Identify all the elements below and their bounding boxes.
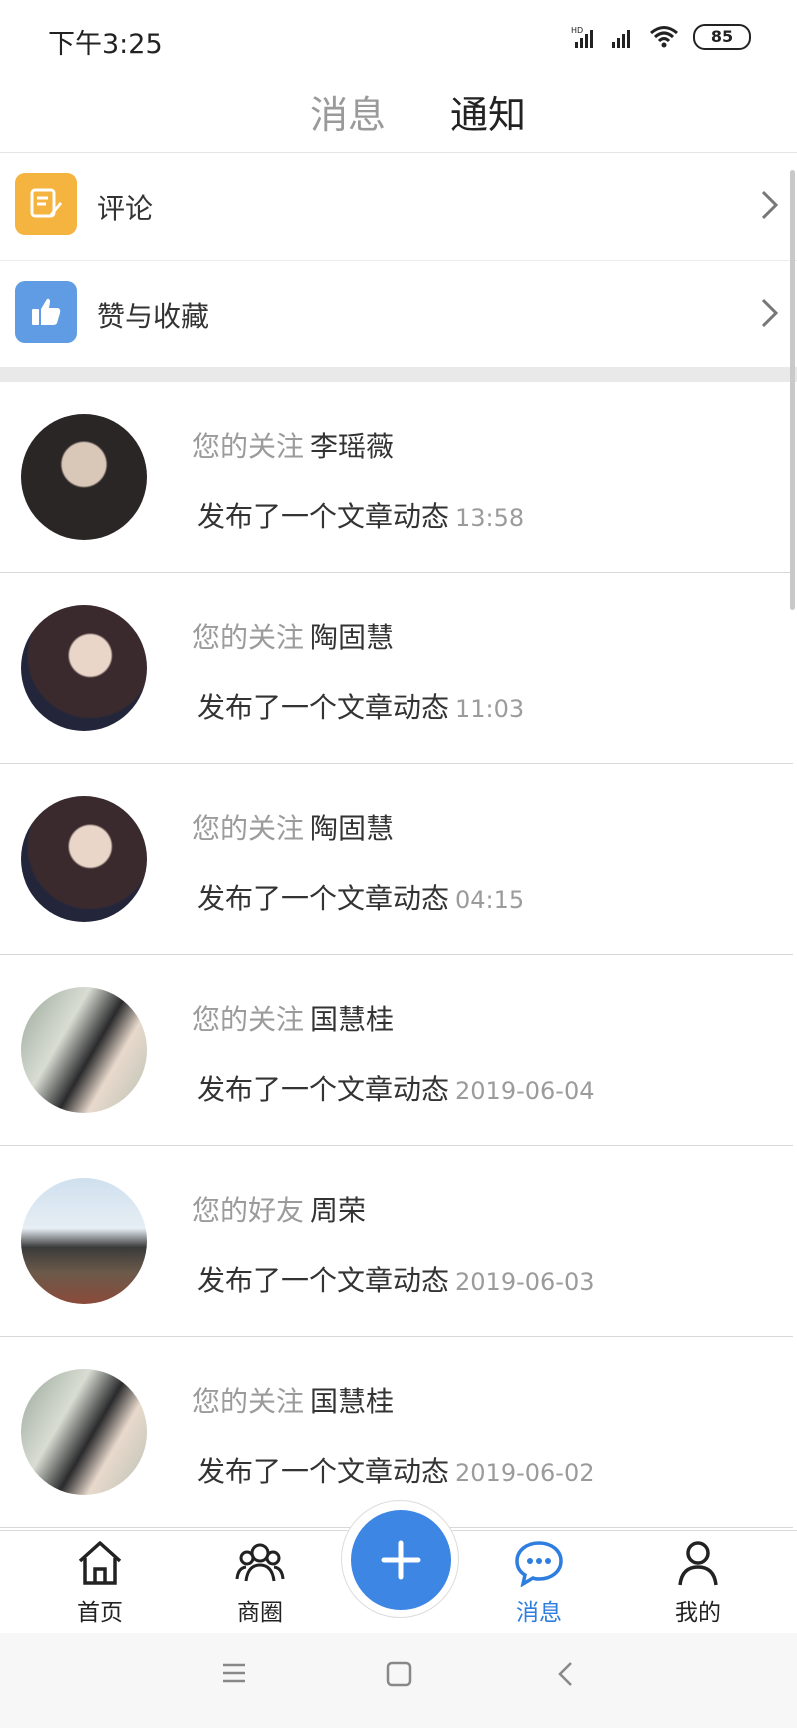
- nav-business-circle[interactable]: 商圈: [205, 1539, 315, 1627]
- feed-action-line: 发布了一个文章动态 2019-06-02: [197, 1450, 595, 1490]
- feed-item[interactable]: 您的关注 李瑶薇 发布了一个文章动态 13:58: [0, 382, 793, 573]
- timestamp: 2019-06-02: [455, 1459, 595, 1487]
- nav-me[interactable]: 我的: [643, 1539, 753, 1627]
- signal-icon: [612, 30, 630, 48]
- status-icons: HD 85: [571, 24, 751, 50]
- nav-messages-label: 消息: [516, 1600, 562, 1626]
- feed-action-line: 发布了一个文章动态 2019-06-03: [197, 1259, 595, 1299]
- timestamp: 2019-06-03: [455, 1268, 595, 1296]
- feed-item[interactable]: 您的关注 陶固慧 发布了一个文章动态 04:15: [0, 764, 793, 955]
- thumbs-up-icon: [15, 281, 77, 343]
- notification-feed: 您的关注 李瑶薇 发布了一个文章动态 13:58 您的关注 陶固慧 发布了一个文章动态…: [0, 382, 797, 1530]
- add-post-button[interactable]: [351, 1510, 451, 1610]
- nav-messages[interactable]: 消息: [484, 1539, 594, 1627]
- feed-item[interactable]: 您的好友 周荣 发布了一个文章动态 2019-06-03: [0, 1146, 793, 1337]
- nav-home-label: 首页: [77, 1600, 123, 1626]
- feed-action-line: 发布了一个文章动态 04:15: [197, 877, 524, 917]
- battery-indicator: 85: [693, 24, 751, 50]
- feed-action-line: 发布了一个文章动态 2019-06-04: [197, 1068, 595, 1108]
- user-name[interactable]: 国慧桂: [310, 1003, 394, 1036]
- home-square-icon[interactable]: [386, 1661, 412, 1687]
- wifi-icon: [650, 26, 678, 48]
- menu-label-likes-favorites: 赞与收藏: [97, 300, 210, 333]
- feed-source-line: 您的关注 国慧桂: [192, 1380, 394, 1420]
- avatar[interactable]: [21, 1178, 147, 1304]
- user-name[interactable]: 周荣: [310, 1194, 366, 1227]
- home-icon: [78, 1541, 122, 1585]
- action-text: 发布了一个文章动态: [197, 1264, 450, 1297]
- action-text: 发布了一个文章动态: [197, 691, 450, 724]
- action-text: 发布了一个文章动态: [197, 1455, 450, 1488]
- person-icon: [678, 1541, 718, 1586]
- relation-label: 您的好友: [192, 1194, 305, 1227]
- back-icon[interactable]: [556, 1661, 576, 1687]
- nav-business-circle-label: 商圈: [237, 1600, 283, 1626]
- timestamp: 13:58: [455, 504, 525, 532]
- relation-label: 您的关注: [192, 1003, 305, 1036]
- feed-action-line: 发布了一个文章动态 11:03: [197, 686, 524, 726]
- avatar[interactable]: [21, 987, 147, 1113]
- avatar[interactable]: [21, 414, 147, 540]
- tab-notices[interactable]: 通知: [450, 84, 526, 139]
- tab-messages[interactable]: 消息: [310, 84, 386, 139]
- feed-source-line: 您的关注 陶固慧: [192, 807, 394, 847]
- action-text: 发布了一个文章动态: [197, 1073, 450, 1106]
- action-text: 发布了一个文章动态: [197, 500, 450, 533]
- action-text: 发布了一个文章动态: [197, 882, 450, 915]
- status-bar: 下午3:25 HD 85: [0, 0, 797, 78]
- nav-me-label: 我的: [675, 1600, 721, 1626]
- top-tab-bar: 消息 通知: [0, 78, 797, 153]
- menu-icon[interactable]: [221, 1661, 247, 1685]
- feed-source-line: 您的好友 周荣: [192, 1189, 366, 1229]
- feed-action-line: 发布了一个文章动态 13:58: [197, 495, 524, 535]
- chat-bubble-icon: [515, 1541, 563, 1588]
- user-name[interactable]: 李瑶薇: [310, 430, 394, 463]
- feed-source-line: 您的关注 陶固慧: [192, 616, 394, 656]
- group-icon: [235, 1543, 285, 1582]
- status-time: 下午3:25: [48, 29, 163, 60]
- relation-label: 您的关注: [192, 430, 305, 463]
- menu-item-comments[interactable]: 评论: [0, 153, 797, 261]
- relation-label: 您的关注: [192, 621, 305, 654]
- user-name[interactable]: 陶固慧: [310, 812, 394, 845]
- menu-label-comments: 评论: [97, 192, 154, 225]
- hd-signal-icon: HD: [571, 26, 593, 48]
- plus-icon: [381, 1540, 421, 1580]
- menu-item-likes-favorites[interactable]: 赞与收藏: [0, 261, 797, 368]
- avatar[interactable]: [21, 796, 147, 922]
- nav-home[interactable]: 首页: [45, 1539, 155, 1627]
- timestamp: 11:03: [455, 695, 525, 723]
- feed-item[interactable]: 您的关注 陶固慧 发布了一个文章动态 11:03: [0, 573, 793, 764]
- feed-item[interactable]: 您的关注 国慧桂 发布了一个文章动态 2019-06-04: [0, 955, 793, 1146]
- hd-label: HD: [571, 26, 583, 35]
- chevron-right-icon: [761, 190, 779, 220]
- section-divider: [0, 367, 797, 382]
- user-name[interactable]: 陶固慧: [310, 621, 394, 654]
- notification-menu: 评论 赞与收藏: [0, 153, 797, 368]
- timestamp: 04:15: [455, 886, 525, 914]
- scrollbar[interactable]: [790, 170, 795, 610]
- timestamp: 2019-06-04: [455, 1077, 595, 1105]
- avatar[interactable]: [21, 1369, 147, 1495]
- relation-label: 您的关注: [192, 1385, 305, 1418]
- feed-source-line: 您的关注 李瑶薇: [192, 425, 394, 465]
- comment-icon: [15, 173, 77, 235]
- system-nav-bar: [0, 1633, 797, 1728]
- relation-label: 您的关注: [192, 812, 305, 845]
- chevron-right-icon: [761, 298, 779, 328]
- feed-source-line: 您的关注 国慧桂: [192, 998, 394, 1038]
- user-name[interactable]: 国慧桂: [310, 1385, 394, 1418]
- avatar[interactable]: [21, 605, 147, 731]
